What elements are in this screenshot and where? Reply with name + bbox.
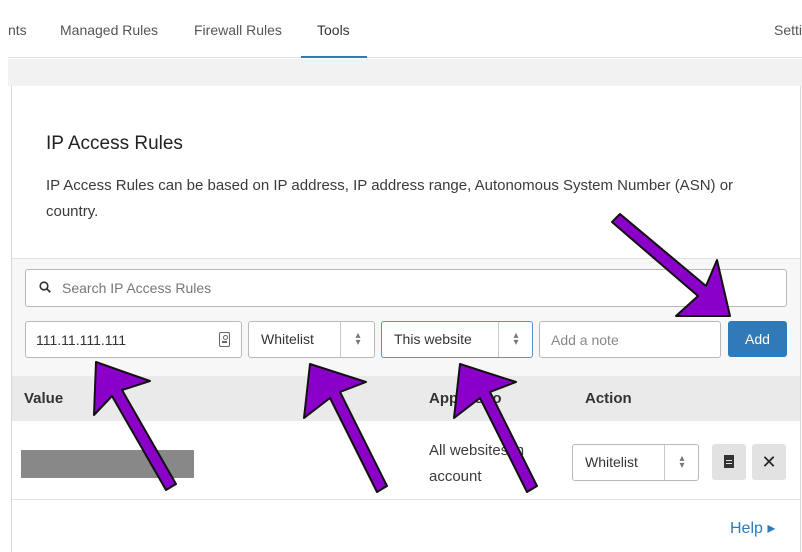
scope-select[interactable]: This website ▴ ▾ [381,321,533,358]
delete-rule-button[interactable]: ✕ [752,444,786,480]
search-field[interactable] [25,269,787,307]
help-link[interactable]: Help ▸ [730,518,775,538]
redacted-ip-value [21,450,194,478]
tab-managed-rules[interactable]: Managed Rules [60,22,158,38]
note-field[interactable] [539,321,721,358]
tab-tools[interactable]: Tools [317,22,350,38]
select-arrows-icon: ▴ ▾ [498,322,532,357]
mode-select[interactable]: Whitelist ▴ ▾ [248,321,375,358]
row-action-value: Whitelist [585,454,638,470]
select-arrows-icon: ▴ ▾ [340,322,374,357]
card-title: IP Access Rules [46,133,183,154]
row-applies-to: All websites in account [429,442,525,485]
tab-events[interactable]: nts [8,22,27,38]
top-nav: nts Managed Rules Firewall Rules Tools S… [8,8,802,58]
ip-value-input[interactable] [36,330,206,350]
edit-note-button[interactable] [712,444,746,480]
row-divider [12,499,800,500]
document-icon [724,455,734,468]
card-description: IP Access Rules can be based on IP addre… [46,177,734,220]
column-header-applies-to: Applies to [429,390,502,407]
ip-value-field[interactable] [25,321,242,358]
add-button[interactable]: Add [728,321,787,357]
ip-access-rules-card: IP Access Rules IP Access Rules can be b… [11,86,801,552]
search-icon [39,281,51,293]
mode-select-value: Whitelist [261,331,314,347]
contact-card-icon [219,332,230,347]
table-header: Value Applies to Action [12,376,800,421]
tab-firewall-rules[interactable]: Firewall Rules [194,22,282,38]
page-background-band [8,59,802,86]
search-input[interactable] [62,278,762,298]
scope-select-value: This website [394,331,472,347]
active-tab-indicator [301,56,367,58]
row-action-select[interactable]: Whitelist ▴ ▾ [572,444,699,481]
note-input[interactable] [551,330,711,350]
close-icon: ✕ [761,452,777,472]
column-header-value: Value [24,390,64,407]
tab-settings[interactable]: Setti [774,22,802,38]
column-header-action: Action [585,390,632,407]
select-arrows-icon: ▴ ▾ [664,445,698,480]
